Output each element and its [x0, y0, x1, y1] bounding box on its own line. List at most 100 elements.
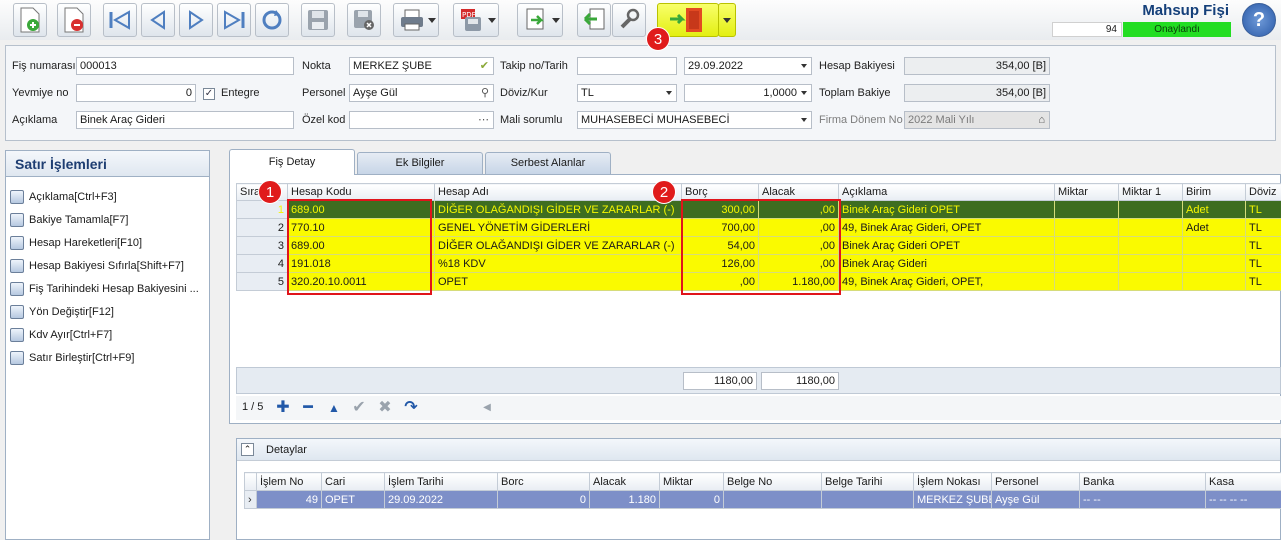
aciklama-field[interactable]: Binek Araç Gideri [76, 111, 294, 129]
tools-button[interactable] [612, 3, 646, 37]
delete-button[interactable] [57, 3, 91, 37]
action-hesap-bakiyesi-sifirla[interactable]: Hesap Bakiyesi Sıfırla[Shift+F7] [10, 256, 184, 276]
table-cell[interactable]: 49 [256, 490, 322, 509]
col-header[interactable]: Hesap Kodu [287, 183, 435, 201]
prev-record-button[interactable] [141, 3, 175, 37]
table-cell[interactable]: 3 [236, 236, 288, 255]
table-cell[interactable] [1182, 272, 1246, 291]
table-cell[interactable] [1118, 218, 1183, 237]
col-header[interactable]: Açıklama [838, 183, 1055, 201]
table-cell[interactable]: %18 KDV [434, 254, 682, 273]
action-yon-degistir[interactable]: Yön Değiştir[F12] [10, 302, 114, 322]
move-up-icon[interactable]: ▲ [325, 399, 343, 417]
cancel-edit-icon[interactable]: ✖ [376, 399, 394, 417]
col-header[interactable]: Alacak [758, 183, 839, 201]
new-button[interactable] [13, 3, 47, 37]
table-cell[interactable]: 29.09.2022 [384, 490, 498, 509]
table-cell[interactable] [1118, 272, 1183, 291]
table-cell[interactable] [1118, 236, 1183, 255]
col-header[interactable]: Miktar [659, 472, 724, 491]
table-cell[interactable] [1054, 200, 1119, 219]
doviz-select[interactable]: TL [577, 84, 677, 102]
action-kdv-ayir[interactable]: Kdv Ayır[Ctrl+F7] [10, 325, 112, 345]
table-cell[interactable] [1054, 218, 1119, 237]
col-header[interactable]: Miktar 1 [1118, 183, 1183, 201]
nokta-field[interactable]: MERKEZ ŞUBE ✔ [349, 57, 494, 75]
action-bakiye-tamamla[interactable]: Bakiye Tamamla[F7] [10, 210, 128, 230]
export-button[interactable] [517, 3, 563, 37]
table-cell[interactable]: GENEL YÖNETİM GİDERLERİ [434, 218, 682, 237]
yevmiye-field[interactable]: 0 [76, 84, 196, 102]
entegre-checkbox[interactable]: ✓ [203, 88, 215, 100]
table-cell[interactable]: TL [1245, 218, 1281, 237]
table-cell[interactable]: DİĞER OLAĞANDIŞI GİDER VE ZARARLAR (-) [434, 200, 682, 219]
table-cell[interactable]: TL [1245, 254, 1281, 273]
table-cell[interactable]: -- -- -- -- [1205, 490, 1281, 509]
print-button[interactable] [393, 3, 439, 37]
table-cell[interactable]: Ayşe Gül [991, 490, 1080, 509]
last-record-button[interactable] [217, 3, 251, 37]
table-cell[interactable]: TL [1245, 200, 1281, 219]
table-cell[interactable] [1118, 254, 1183, 273]
table-cell[interactable] [1182, 236, 1246, 255]
tab-serbest-alanlar[interactable]: Serbest Alanlar [485, 152, 611, 174]
col-header[interactable]: Borç [681, 183, 759, 201]
action-aciklama[interactable]: Açıklama[Ctrl+F3] [10, 187, 117, 207]
next-record-button[interactable] [179, 3, 213, 37]
refresh-rows-icon[interactable]: ↷ [402, 399, 420, 417]
table-cell[interactable] [1182, 254, 1246, 273]
col-header[interactable]: İşlem Nokası [913, 472, 992, 491]
refresh-button[interactable] [255, 3, 289, 37]
scroll-left-icon[interactable]: ◀ [478, 399, 496, 417]
table-cell[interactable]: TL [1245, 236, 1281, 255]
fis-no-field[interactable]: 000013 [76, 57, 294, 75]
action-fis-tarihindeki-bakiye[interactable]: Fiş Tarihindeki Hesap Bakiyesini ... [10, 279, 199, 299]
first-record-button[interactable] [103, 3, 137, 37]
collapse-icon[interactable]: ⌃ [241, 443, 254, 456]
table-cell[interactable]: 2 [236, 218, 288, 237]
table-cell[interactable]: OPET [434, 272, 682, 291]
table-cell[interactable]: 49, Binek Araç Gideri, OPET [838, 218, 1055, 237]
table-cell[interactable] [723, 490, 822, 509]
table-cell[interactable]: TL [1245, 272, 1281, 291]
personel-field[interactable]: Ayşe Gül ⚲ [349, 84, 494, 102]
table-cell[interactable]: Binek Araç Gideri OPET [838, 236, 1055, 255]
table-cell[interactable]: 1 [236, 200, 288, 219]
table-cell[interactable] [1054, 254, 1119, 273]
action-hesap-hareketleri[interactable]: Hesap Hareketleri[F10] [10, 233, 142, 253]
col-header[interactable]: İşlem No [256, 472, 322, 491]
remove-row-icon[interactable]: ━ [299, 399, 317, 417]
cancel-button[interactable] [347, 3, 381, 37]
tab-ek-bilgiler[interactable]: Ek Bilgiler [357, 152, 483, 174]
table-cell[interactable]: 4 [236, 254, 288, 273]
table-cell[interactable]: Adet [1182, 218, 1246, 237]
confirm-icon[interactable]: ✔ [350, 399, 368, 417]
col-header[interactable]: Miktar [1054, 183, 1119, 201]
table-cell[interactable] [1054, 272, 1119, 291]
takip-field[interactable] [577, 57, 677, 75]
add-row-icon[interactable]: ✚ [274, 399, 292, 417]
table-cell[interactable]: MERKEZ ŞUBE [913, 490, 992, 509]
back-button[interactable] [577, 3, 611, 37]
col-header[interactable]: Cari [321, 472, 385, 491]
table-cell[interactable]: -- -- [1079, 490, 1206, 509]
save-button[interactable] [301, 3, 335, 37]
tab-fis-detay[interactable]: Fiş Detay [229, 149, 355, 175]
table-cell[interactable] [821, 490, 914, 509]
table-cell[interactable]: 5 [236, 272, 288, 291]
col-header[interactable]: Birim [1182, 183, 1246, 201]
col-header[interactable]: Personel [991, 472, 1080, 491]
kur-field[interactable]: 1,0000 [684, 84, 812, 102]
table-cell[interactable]: 1.180 [589, 490, 660, 509]
table-cell[interactable]: OPET [321, 490, 385, 509]
exit-dropdown-button[interactable] [718, 3, 736, 37]
mali-sorumlu-select[interactable]: MUHASEBECİ MUHASEBECİ [577, 111, 812, 129]
ozel-kod-field[interactable]: ⋯ [349, 111, 494, 129]
help-button[interactable]: ? [1242, 3, 1276, 37]
table-row[interactable]: › 49 OPET 29.09.2022 0 1.180 0 MERKEZ ŞUBE Ayşe … [244, 490, 1281, 509]
table-cell[interactable] [1118, 200, 1183, 219]
col-header[interactable]: Hesap Adı [434, 183, 682, 201]
table-cell[interactable]: 0 [659, 490, 724, 509]
col-header[interactable]: Banka [1079, 472, 1206, 491]
pdf-export-button[interactable]: PDF [453, 3, 499, 37]
